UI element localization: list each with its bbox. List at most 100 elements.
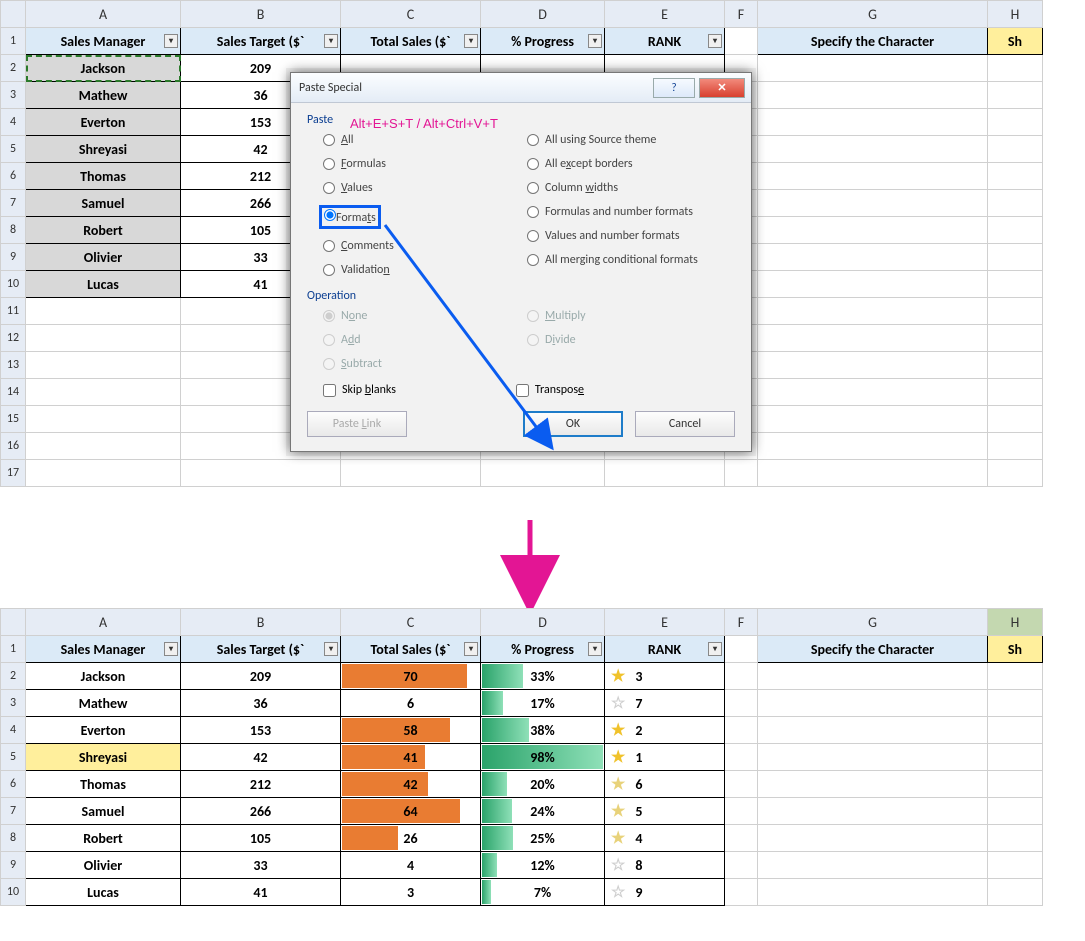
target-cell[interactable]: 36 <box>181 690 341 717</box>
row-header[interactable]: 8 <box>1 825 26 852</box>
progress-cell[interactable]: 24% <box>481 798 605 825</box>
rank-cell[interactable]: ★1 <box>605 744 725 771</box>
cell[interactable] <box>758 433 988 460</box>
cell[interactable] <box>988 852 1043 879</box>
radio-values-and-number-formats[interactable]: Values and number formats <box>527 229 735 243</box>
cell[interactable] <box>988 460 1043 487</box>
progress-cell[interactable]: 25% <box>481 825 605 852</box>
radio-icon[interactable] <box>527 134 539 146</box>
radio-icon[interactable] <box>527 182 539 194</box>
cell[interactable] <box>725 28 758 55</box>
column-header-F[interactable]: F <box>725 1 758 28</box>
total-cell[interactable]: 6 <box>341 690 481 717</box>
radio-column-widths[interactable]: Column widths <box>527 181 735 195</box>
radio-all-using-source-theme[interactable]: All using Source theme <box>527 133 735 147</box>
cell[interactable] <box>725 879 758 906</box>
filter-dropdown-icon[interactable]: ▾ <box>324 642 338 656</box>
radio-validation[interactable]: Validation <box>323 263 517 277</box>
character-value-cell[interactable]: Sh <box>988 28 1043 55</box>
radio-icon[interactable] <box>527 254 539 266</box>
cell[interactable] <box>988 717 1043 744</box>
cell[interactable] <box>988 352 1043 379</box>
column-header-A[interactable]: A <box>26 609 181 636</box>
rank-cell[interactable]: ☆8 <box>605 852 725 879</box>
row-header[interactable]: 4 <box>1 109 26 136</box>
cell[interactable] <box>725 798 758 825</box>
table-header[interactable]: Specify the Character <box>758 28 988 55</box>
table-header[interactable]: % Progress▾ <box>481 28 605 55</box>
ok-button[interactable]: OK <box>523 411 623 437</box>
row-header[interactable]: 6 <box>1 771 26 798</box>
table-header[interactable]: Sales Manager▾ <box>26 28 181 55</box>
filter-dropdown-icon[interactable]: ▾ <box>588 642 602 656</box>
column-header-E[interactable]: E <box>605 609 725 636</box>
table-header[interactable]: % Progress▾ <box>481 636 605 663</box>
cell[interactable] <box>26 460 181 487</box>
progress-cell[interactable]: 20% <box>481 771 605 798</box>
cell[interactable] <box>988 163 1043 190</box>
table-header[interactable]: Specify the Character <box>758 636 988 663</box>
table-header[interactable]: Sales Target ($`▾ <box>181 28 341 55</box>
cell[interactable] <box>758 109 988 136</box>
manager-cell[interactable]: Everton <box>26 717 181 744</box>
progress-cell[interactable]: 12% <box>481 852 605 879</box>
skip-blanks-checkbox[interactable]: Skip blanks <box>323 383 396 397</box>
progress-cell[interactable]: 33% <box>481 663 605 690</box>
cell[interactable] <box>26 433 181 460</box>
row-header[interactable]: 17 <box>1 460 26 487</box>
cell[interactable] <box>758 271 988 298</box>
radio-icon[interactable] <box>527 230 539 242</box>
cell[interactable] <box>988 82 1043 109</box>
table-header[interactable]: Total Sales ($`▾ <box>341 636 481 663</box>
total-cell[interactable]: 42 <box>341 771 481 798</box>
rank-cell[interactable]: ★2 <box>605 717 725 744</box>
cell[interactable] <box>988 663 1043 690</box>
cell[interactable] <box>26 406 181 433</box>
cell[interactable] <box>988 55 1043 82</box>
total-cell[interactable]: 26 <box>341 825 481 852</box>
manager-cell[interactable]: Mathew <box>26 82 181 109</box>
manager-cell[interactable]: Everton <box>26 109 181 136</box>
progress-cell[interactable]: 17% <box>481 690 605 717</box>
radio-all-except-borders[interactable]: All except borders <box>527 157 735 171</box>
manager-cell[interactable]: Thomas <box>26 163 181 190</box>
table-header[interactable]: RANK▾ <box>605 636 725 663</box>
column-header-E[interactable]: E <box>605 1 725 28</box>
column-header-G[interactable]: G <box>758 1 988 28</box>
row-header[interactable]: 7 <box>1 190 26 217</box>
column-header-D[interactable]: D <box>481 609 605 636</box>
manager-cell[interactable]: Shreyasi <box>26 744 181 771</box>
row-header[interactable]: 2 <box>1 663 26 690</box>
cell[interactable] <box>758 879 988 906</box>
cell[interactable] <box>758 217 988 244</box>
cell[interactable] <box>988 379 1043 406</box>
manager-cell[interactable]: Mathew <box>26 690 181 717</box>
row-header[interactable]: 13 <box>1 352 26 379</box>
radio-icon[interactable] <box>323 240 335 252</box>
row-header[interactable]: 14 <box>1 379 26 406</box>
cell[interactable] <box>725 663 758 690</box>
cell[interactable] <box>758 460 988 487</box>
cell[interactable] <box>26 379 181 406</box>
cell[interactable] <box>988 271 1043 298</box>
total-cell[interactable]: 70 <box>341 663 481 690</box>
table-header[interactable]: Sales Manager▾ <box>26 636 181 663</box>
cell[interactable] <box>988 744 1043 771</box>
cancel-button[interactable]: Cancel <box>635 411 735 437</box>
cell[interactable] <box>988 406 1043 433</box>
cell[interactable] <box>758 379 988 406</box>
cell[interactable] <box>341 460 481 487</box>
cell[interactable] <box>725 636 758 663</box>
cell[interactable] <box>988 217 1043 244</box>
total-cell[interactable]: 3 <box>341 879 481 906</box>
cell[interactable] <box>988 690 1043 717</box>
row-header[interactable]: 5 <box>1 136 26 163</box>
dialog-titlebar[interactable]: Paste Special ? ✕ <box>291 73 751 103</box>
row-header[interactable]: 11 <box>1 298 26 325</box>
dialog-help-button[interactable]: ? <box>653 78 695 98</box>
rank-cell[interactable]: ★5 <box>605 798 725 825</box>
radio-icon[interactable] <box>527 158 539 170</box>
manager-cell[interactable]: Lucas <box>26 271 181 298</box>
cell[interactable] <box>988 798 1043 825</box>
radio-icon[interactable] <box>324 209 336 221</box>
